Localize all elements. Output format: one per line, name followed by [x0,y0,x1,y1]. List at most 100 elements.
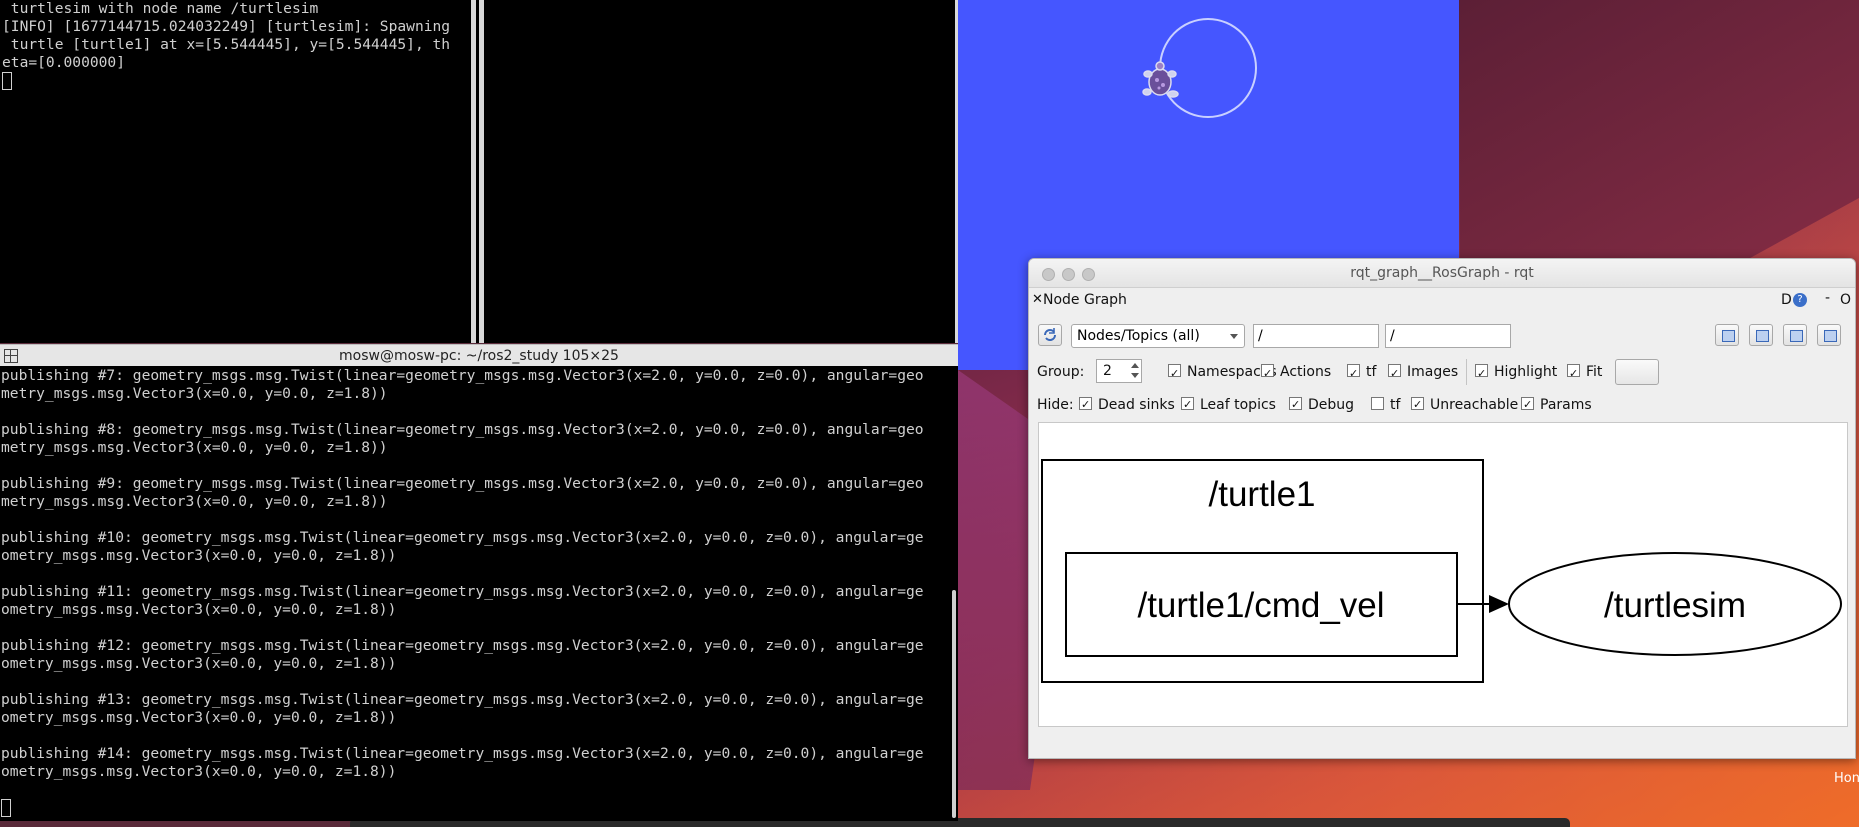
terminal-cursor [2,72,12,90]
fit-checkbox[interactable]: Fit [1567,359,1602,387]
terminal-line: ometry_msgs.msg.Vector3(x=0.0, y=0.0, z=… [1,547,397,564]
images-checkbox[interactable]: Images [1388,359,1458,387]
debug-checkbox[interactable]: Debug [1289,394,1354,416]
edge-arrowhead [1489,595,1509,613]
terminal-title-bar[interactable]: mosw@mosw-pc: ~/ros2_study 105×25 [0,344,958,367]
topic-filter-input[interactable]: / [1385,324,1511,348]
dock-plugin-button[interactable]: D [1781,292,1792,308]
save-icon [1790,330,1803,342]
plugin-name: Node Graph [1043,292,1127,308]
checkbox-label: Unreachable [1430,397,1519,413]
node-filter-input[interactable]: / [1253,324,1379,348]
terminal-pane-publisher[interactable]: publishing #7: geometry_msgs.msg.Twist(l… [0,366,958,821]
desktop-icon-label[interactable]: Hon [1834,771,1859,786]
terminal-line: publishing #9: geometry_msgs.msg.Twist(l… [1,475,924,492]
save-svg-button[interactable] [1783,324,1807,346]
checkbox-label: Actions [1280,364,1332,380]
graph-mode-select[interactable]: Nodes/Topics (all) [1071,324,1245,348]
terminal-line: ometry_msgs.msg.Vector3(x=0.0, y=0.0, z=… [1,601,397,618]
params-checkbox[interactable]: Params [1521,394,1592,416]
checkbox-label: Leaf topics [1200,397,1276,413]
actions-checkbox[interactable]: Actions [1261,359,1332,387]
save-dot-button[interactable] [1749,324,1773,346]
terminal-line: ometry_msgs.msg.Vector3(x=0.0, y=0.0, z=… [1,655,397,672]
dead-sinks-checkbox[interactable]: Dead sinks [1079,394,1175,416]
folder-icon [1722,330,1735,342]
window-title: rqt_graph__RosGraph - rqt [1350,265,1534,281]
terminal-line: [INFO] [1677144715.024032249] [turtlesim… [2,18,451,35]
fit-in-view-button[interactable] [1615,359,1659,385]
close-plugin-icon[interactable]: ✕ [1032,292,1043,307]
group-spinbox[interactable]: 2 [1096,359,1142,383]
chevron-down-icon [1230,334,1238,339]
close-window-button[interactable] [1042,268,1055,281]
highlight-checkbox[interactable]: Highlight [1475,359,1557,387]
minimize-window-button[interactable] [1062,268,1075,281]
node-label: /turtlesim [1604,586,1746,625]
maximize-window-button[interactable] [1082,268,1095,281]
topic-label: /turtle1/cmd_vel [1137,586,1384,625]
checkbox-icon [1388,361,1401,387]
checkbox-icon [1411,394,1424,416]
terminal-line: publishing #7: geometry_msgs.msg.Twist(l… [1,367,924,384]
terminal-line: metry_msgs.msg.Vector3(x=0.0, y=0.0, z=1… [1,385,388,402]
checkbox-icon [1181,394,1194,416]
terminal-scrollbar[interactable] [952,590,956,818]
terminal-output: publishing #7: geometry_msgs.msg.Twist(l… [0,366,958,819]
load-dot-button[interactable] [1715,324,1739,346]
minimize-plugin-button[interactable]: - [1825,290,1830,306]
terminal-pane-turtlesim[interactable]: turtlesim with node name /turtlesim [INFO… [0,0,468,343]
terminal-line: publishing #12: geometry_msgs.msg.Twist(… [1,637,924,654]
checkbox-label: Params [1540,397,1592,413]
checkbox-icon [1261,361,1274,387]
tf-checkbox[interactable]: tf [1347,359,1377,387]
checkbox-label: Dead sinks [1098,397,1175,413]
checkbox-label: tf [1366,364,1377,380]
ros-graph: /turtle1 /turtle1/cmd_vel /turtlesim [1041,459,1842,683]
terminal-line: ometry_msgs.msg.Vector3(x=0.0, y=0.0, z=… [1,709,397,726]
split-grid-icon[interactable] [4,349,18,363]
plugin-header: ✕ Node Graph D ? - O [1029,288,1855,312]
leaf-topics-checkbox[interactable]: Leaf topics [1181,394,1276,416]
save-icon [1756,330,1769,342]
unreachable-checkbox[interactable]: Unreachable [1411,394,1518,416]
hide-tf-checkbox[interactable]: tf [1371,394,1400,416]
namespace-label: /turtle1 [1209,475,1316,514]
graph-mode-value: Nodes/Topics (all) [1077,328,1200,344]
terminal-line: publishing #8: geometry_msgs.msg.Twist(l… [1,421,924,438]
checkbox-icon [1371,397,1384,410]
terminal-line: publishing #13: geometry_msgs.msg.Twist(… [1,691,924,708]
terminal-title: mosw@mosw-pc: ~/ros2_study 105×25 [339,348,619,364]
split-divider[interactable] [471,0,476,343]
spin-up-icon[interactable] [1131,363,1139,368]
terminal-line: ometry_msgs.msg.Vector3(x=0.0, y=0.0, z=… [1,763,397,780]
terminal-line: turtle [turtle1] at x=[5.544445], y=[5.5… [2,36,451,53]
checkbox-label: tf [1390,397,1401,413]
checkbox-icon [1521,394,1534,416]
terminal-pane-empty[interactable] [484,0,958,343]
save-image-button[interactable] [1817,324,1841,346]
checkbox-icon [1079,394,1092,416]
rqt-title-bar[interactable]: rqt_graph__RosGraph - rqt [1029,259,1855,288]
terminal-output: turtlesim with node name /turtlesim [INFO… [0,0,468,92]
hide-row: Hide: Dead sinks Leaf topics Debug tf Un… [1037,394,1847,416]
float-plugin-button[interactable]: O [1840,292,1851,308]
graph-canvas[interactable]: /turtle1 /turtle1/cmd_vel /turtlesim [1038,422,1848,727]
checkbox-icon [1475,361,1488,387]
refresh-graph-button[interactable] [1038,324,1062,346]
spin-down-icon[interactable] [1131,373,1139,378]
terminal-line: eta=[0.000000] [2,54,126,71]
options-row: Group: 2 Namespaces Actions tf Images Hi… [1037,359,1847,387]
terminal-line: publishing #14: geometry_msgs.msg.Twist(… [1,745,924,762]
checkbox-icon [1567,361,1580,387]
group-label: Group: [1037,364,1085,380]
help-icon[interactable]: ? [1793,293,1807,307]
checkbox-icon [1347,361,1360,387]
rqt-graph-window[interactable]: rqt_graph__RosGraph - rqt ✕ Node Graph D… [1028,258,1856,759]
checkbox-icon [1289,394,1302,416]
